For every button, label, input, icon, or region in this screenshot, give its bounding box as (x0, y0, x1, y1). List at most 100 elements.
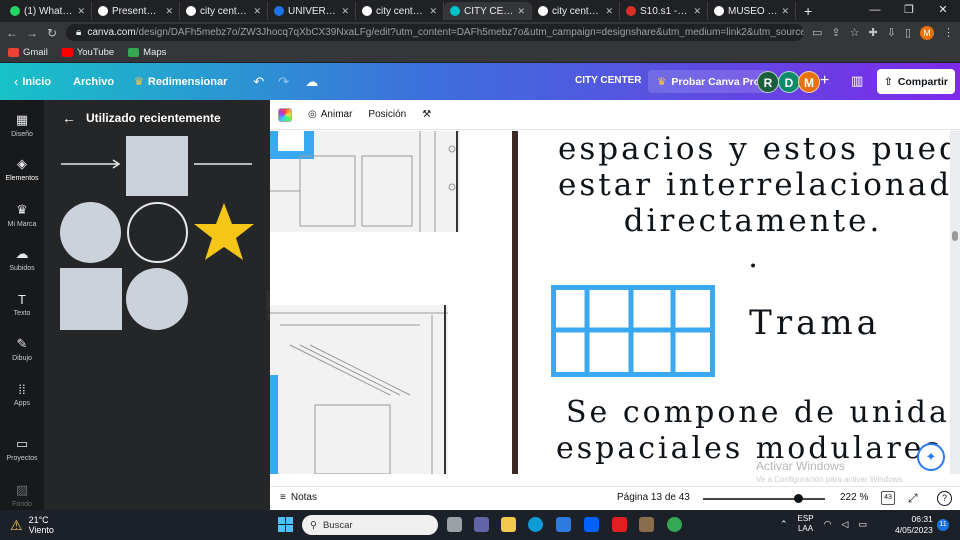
tab-close-icon[interactable]: ✕ (165, 6, 173, 17)
minimize-icon[interactable]: — (858, 0, 892, 22)
tab-close-icon[interactable]: ✕ (517, 6, 525, 17)
cast-icon[interactable]: ▭ (812, 26, 822, 39)
slide-heading-trama[interactable]: Trama (740, 303, 890, 343)
edge-icon[interactable] (528, 517, 543, 532)
rail-item-texto[interactable]: T Texto (0, 292, 44, 317)
grid-trama-graphic[interactable] (551, 285, 715, 377)
square-element-2[interactable] (60, 268, 122, 330)
taskbar-clock[interactable]: 06:31 4/05/2023 (895, 514, 933, 536)
back-arrow-icon[interactable]: ← (62, 110, 76, 126)
file-menu-button[interactable]: Archivo (73, 76, 114, 88)
color-picker-icon[interactable] (278, 107, 292, 122)
mail-icon[interactable] (556, 517, 571, 532)
tab-close-icon[interactable]: ✕ (253, 6, 261, 17)
teams-icon[interactable] (474, 517, 489, 532)
bookmark-item[interactable]: YouTube (61, 47, 114, 58)
zoom-slider-handle[interactable] (794, 494, 804, 503)
fullscreen-icon[interactable]: ⤢ (908, 491, 918, 506)
circle-element-2[interactable] (126, 268, 188, 330)
rail-item-dibujo[interactable]: ✎ Dibujo (0, 336, 44, 362)
circle-outline-element[interactable] (127, 202, 188, 263)
tab-close-icon[interactable]: ✕ (693, 6, 701, 17)
canvas-scrollbar[interactable] (952, 231, 958, 241)
slide-text-line-1[interactable]: espacios y estos pueden (558, 131, 950, 167)
browser-tab[interactable]: CITY CENTER ✕ (444, 2, 532, 20)
browser-menu-icon[interactable]: ⋮ (943, 26, 954, 39)
circle-element[interactable] (60, 202, 121, 263)
notes-button[interactable]: ≡ Notas (280, 492, 317, 503)
slide-paragraph-line-1[interactable]: Se compone de unidade (566, 395, 950, 430)
zoom-slider[interactable] (703, 498, 825, 500)
bookmark-item[interactable]: Gmail (8, 47, 48, 58)
animate-button[interactable]: ◎ Animar (308, 109, 352, 120)
file-explorer-icon[interactable] (501, 517, 516, 532)
windows-start-icon[interactable] (278, 517, 293, 532)
browser-tab[interactable]: Presentación ✕ (92, 2, 180, 20)
browser-tab[interactable]: UNIVERSIDAD ✕ (268, 2, 356, 20)
tab-close-icon[interactable]: ✕ (781, 6, 789, 17)
slide-text-line-2[interactable]: estar interrelacionados (558, 167, 950, 203)
browser-tab[interactable]: city center arq ✕ (180, 2, 268, 20)
resize-button[interactable]: ♛ Redimensionar (134, 75, 227, 89)
rail-item-elementos[interactable]: ◈ Elementos (0, 156, 44, 182)
share-button[interactable]: ⇧ Compartir (877, 69, 955, 94)
insights-icon[interactable]: ▥ (851, 73, 863, 89)
app-red-icon[interactable] (612, 517, 627, 532)
add-collaborator-icon[interactable]: + (820, 72, 829, 90)
weather-widget[interactable]: ⚠ 21°C Viento (10, 515, 54, 535)
rail-item-proyectos[interactable]: ▭ Proyectos (0, 436, 44, 462)
vertical-divider-line[interactable] (512, 131, 518, 474)
browser-tab[interactable]: city center arq ✕ (356, 2, 444, 20)
slide-text-line-3[interactable]: directamente. (558, 203, 948, 239)
try-pro-button[interactable]: ♛ Probar Canva Pro (648, 70, 770, 93)
pages-view-button[interactable]: 43 (881, 491, 895, 505)
rail-item-apps[interactable]: ⁞⁞ Apps (0, 382, 44, 407)
browser-tab[interactable]: MUSEO DE SI ✕ (708, 2, 796, 20)
app-photo-icon[interactable] (639, 517, 654, 532)
format-painter-icon[interactable]: ⚒ (422, 109, 431, 120)
close-window-icon[interactable]: ✕ (926, 0, 960, 22)
slide-text-dot[interactable]: . (738, 239, 768, 275)
undo-icon[interactable]: ↶ (253, 74, 264, 90)
floor-plan-image-bottom[interactable] (270, 305, 448, 474)
slide-page[interactable]: espacios y estos pueden estar interrelac… (270, 131, 950, 474)
magic-assistant-icon[interactable]: ✦ (917, 443, 945, 471)
maximize-icon[interactable]: ❐ (892, 0, 926, 22)
rail-item-fondo[interactable]: ▨ Fondo (0, 482, 44, 508)
cloud-saved-icon[interactable]: ☁ (305, 74, 318, 90)
chevron-up-icon[interactable]: ⌃ (780, 519, 788, 530)
taskbar-search[interactable]: ⚲ Buscar (302, 515, 438, 535)
volume-icon[interactable]: ◁ (841, 519, 848, 530)
reload-icon[interactable]: ↻ (46, 26, 58, 40)
tab-close-icon[interactable]: ✕ (429, 6, 437, 17)
browser-tab[interactable]: S10.s1 - Entre ✕ (620, 2, 708, 20)
design-title[interactable]: CITY CENTER (575, 75, 642, 86)
help-icon[interactable]: ? (937, 491, 952, 506)
notification-badge[interactable]: 11 (937, 519, 949, 531)
bookmark-item[interactable]: Maps (128, 47, 166, 58)
square-element[interactable] (126, 136, 188, 196)
battery-icon[interactable]: ▭ (858, 519, 867, 530)
dropbox-icon[interactable] (584, 517, 599, 532)
redo-icon[interactable]: ↷ (278, 74, 289, 90)
download-icon[interactable]: ⇩ (887, 26, 896, 39)
collaborator-avatar[interactable]: R (757, 71, 779, 93)
sidebar-icon[interactable]: ▯ (905, 26, 911, 39)
language-indicator[interactable]: ESP LAA (798, 514, 814, 534)
browser-tab[interactable]: (1) WhatsApp✕ (4, 2, 92, 20)
url-input[interactable]: 🔒︎ canva.com/design/DAFh5mebz7o/ZW3Jhocq… (66, 24, 804, 41)
floor-plan-image-top[interactable] (270, 131, 460, 232)
forward-icon[interactable]: → (26, 26, 38, 40)
tab-close-icon[interactable]: ✕ (77, 6, 85, 17)
back-icon[interactable]: ← (6, 26, 18, 40)
chrome-icon[interactable] (667, 517, 682, 532)
collaborator-avatar[interactable]: D (778, 71, 800, 93)
tab-close-icon[interactable]: ✕ (605, 6, 613, 17)
extensions-icon[interactable]: ✚ (869, 26, 878, 39)
slide-paragraph-line-2[interactable]: espaciales modulares (556, 431, 946, 466)
rail-item-mi-marca[interactable]: ♛ Mi Marca (0, 202, 44, 228)
tab-close-icon[interactable]: ✕ (341, 6, 349, 17)
position-button[interactable]: Posición (368, 109, 406, 120)
new-tab-icon[interactable]: + (804, 3, 812, 19)
home-button[interactable]: ‹ Inicio (14, 74, 51, 89)
